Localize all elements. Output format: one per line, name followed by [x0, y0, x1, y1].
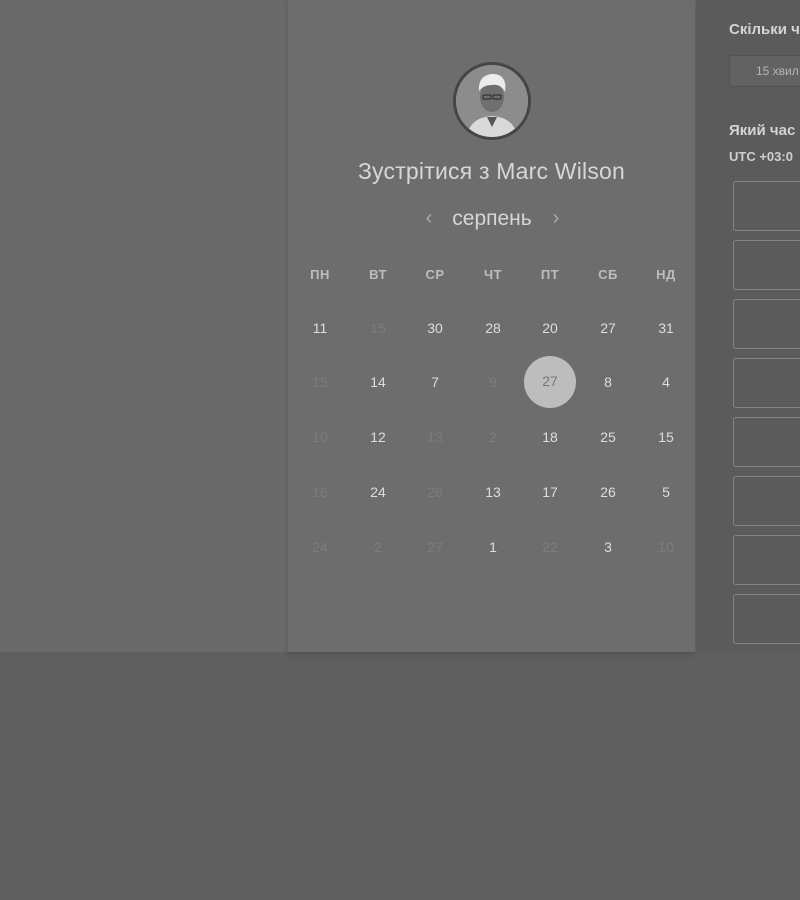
calendar-day: 2	[489, 429, 497, 445]
chevron-left-icon[interactable]: ‹	[419, 206, 439, 230]
calendar-day: 10	[312, 429, 328, 445]
weekday-label: НД	[656, 267, 676, 282]
calendar-day[interactable]: 31	[642, 304, 690, 352]
month-label: серпень	[452, 207, 532, 230]
calendar-day[interactable]: 25	[584, 413, 632, 461]
calendar-day[interactable]: 4	[642, 358, 690, 406]
month-navigation: ‹ серпень ›	[288, 204, 695, 234]
time-slot[interactable]	[733, 358, 800, 408]
calendar-day: 16	[312, 484, 328, 500]
calendar-day[interactable]: 18	[526, 413, 574, 461]
calendar-day[interactable]: 1	[469, 523, 517, 571]
time-slot[interactable]	[733, 476, 800, 526]
weekday-label: СР	[425, 267, 445, 282]
time-slot[interactable]	[733, 417, 800, 467]
page-backdrop	[0, 652, 800, 900]
weekday-label: ВТ	[369, 267, 387, 282]
weekday-label: СБ	[598, 267, 618, 282]
calendar-day: 13	[427, 429, 443, 445]
selected-day[interactable]: 27	[524, 356, 576, 408]
calendar-day[interactable]: 7	[411, 358, 459, 406]
calendar-day[interactable]: 13	[469, 468, 517, 516]
calendar-day[interactable]: 8	[584, 358, 632, 406]
calendar-day[interactable]: 15	[642, 413, 690, 461]
weekday-label: ПТ	[540, 267, 560, 282]
booking-panel: Скільки ч 15 хвил Який час UTC +03:0	[696, 0, 800, 652]
calendar-day: 9	[489, 374, 497, 390]
calendar-day: 10	[658, 539, 674, 555]
calendar-day[interactable]: 30	[411, 304, 459, 352]
weekday-label: ЧТ	[483, 267, 503, 282]
calendar-day[interactable]: 28	[469, 304, 517, 352]
duration-heading: Скільки ч	[729, 21, 800, 38]
calendar-day[interactable]: 11	[296, 304, 344, 352]
weekday-label: ПН	[310, 267, 330, 282]
calendar-day: 22	[542, 539, 558, 555]
meeting-title: Зустрітися з Marc Wilson	[357, 158, 626, 184]
calendar-day: 28	[427, 484, 443, 500]
duration-select[interactable]: 15 хвил	[729, 55, 800, 87]
calendar-day[interactable]: 26	[584, 468, 632, 516]
calendar-day[interactable]: 24	[354, 468, 402, 516]
calendar-day[interactable]: 27	[584, 304, 632, 352]
calendar-day: 24	[312, 539, 328, 555]
calendar-day[interactable]: 3	[584, 523, 632, 571]
calendar-day: 15	[370, 320, 386, 336]
time-slot[interactable]	[733, 181, 800, 231]
time-slot[interactable]	[733, 240, 800, 290]
calendar-day: 27	[427, 539, 443, 555]
calendar-day[interactable]: 14	[354, 358, 402, 406]
calendar-day[interactable]: 17	[526, 468, 574, 516]
calendar-day: 2	[374, 539, 382, 555]
timezone-label: UTC +03:0	[729, 149, 793, 164]
time-slot[interactable]	[733, 299, 800, 349]
calendar-day[interactable]: 12	[354, 413, 402, 461]
calendar-day[interactable]: 5	[642, 468, 690, 516]
calendar-day[interactable]: 20	[526, 304, 574, 352]
time-slot[interactable]	[733, 594, 800, 644]
time-heading: Який час	[729, 122, 796, 139]
person-avatar-icon	[456, 65, 528, 137]
chevron-right-icon[interactable]: ›	[546, 206, 566, 230]
calendar-day: 15	[312, 374, 328, 390]
time-slot[interactable]	[733, 535, 800, 585]
host-avatar	[453, 62, 531, 140]
